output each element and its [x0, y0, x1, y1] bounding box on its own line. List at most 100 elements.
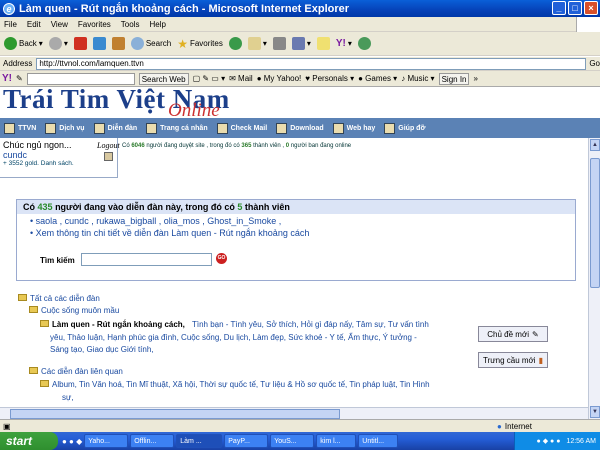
- yahoo-tools-icons[interactable]: ▢ ✎ ▭ ▾: [193, 74, 226, 83]
- menu-file[interactable]: File: [4, 20, 17, 29]
- yahoo-search-input[interactable]: [26, 72, 135, 85]
- quick-launch-icons[interactable]: ● ● ◆: [62, 437, 82, 446]
- task-yahoo[interactable]: Yaho...: [84, 434, 129, 448]
- nav-services[interactable]: Dịch vụ: [45, 122, 85, 134]
- nav-ttvn[interactable]: TTVN: [4, 122, 36, 134]
- horizontal-scrollbar[interactable]: [0, 407, 588, 419]
- vertical-scrollbar[interactable]: ▲ ▼: [588, 138, 600, 420]
- scroll-down-icon[interactable]: ▼: [590, 406, 600, 418]
- search-go-button[interactable]: GO: [216, 253, 227, 264]
- search-button[interactable]: Search: [130, 37, 171, 50]
- nav-personal-page[interactable]: Trang cá nhân: [146, 122, 208, 134]
- nav-forum[interactable]: Diễn đàn: [93, 122, 137, 134]
- menu-favorites[interactable]: Favorites: [78, 20, 111, 29]
- gold-text[interactable]: + 3552 gold. Danh sách.: [3, 160, 114, 167]
- nav-check-mail[interactable]: Check Mail: [216, 122, 267, 134]
- poll-icon: ▮: [538, 355, 543, 365]
- nav-help[interactable]: Giúp đỡ: [384, 122, 425, 134]
- notes-button[interactable]: [316, 37, 330, 50]
- status-bar: ▣ ● Internet: [0, 419, 600, 432]
- star-icon: ★: [177, 36, 188, 51]
- tree-current-subforums-2[interactable]: yêu, Thảo luận, Hạnh phúc gia đình, Cuộc…: [50, 333, 417, 342]
- address-bar: Address http://ttvnol.com/lamquen.ttvn G…: [0, 57, 600, 71]
- new-poll-button[interactable]: Trưng cầu mới ▮: [478, 352, 548, 368]
- address-label: Address: [3, 59, 33, 68]
- yahoo-myyahoo-button[interactable]: ● My Yahoo!: [257, 74, 302, 83]
- tree-group-life[interactable]: Cuộc sống muôn mầu: [29, 306, 119, 315]
- tree-current-subforums-3[interactable]: Sáng tạo, Giao dục Giới tính,: [50, 345, 154, 354]
- favorites-button[interactable]: ★ Favorites: [177, 37, 223, 51]
- edit-profile-icon[interactable]: [104, 152, 113, 161]
- print-button[interactable]: [272, 37, 286, 50]
- ie-icon: e: [3, 2, 15, 15]
- search-icon: [130, 37, 144, 50]
- pencil-icon[interactable]: ✎: [16, 74, 23, 83]
- tree-related-forums-2[interactable]: sự,: [62, 393, 74, 402]
- nav-web-hay[interactable]: Web hay: [332, 122, 375, 134]
- yahoo-mail-button[interactable]: ✉ Mail: [229, 74, 253, 83]
- hscroll-thumb[interactable]: [10, 409, 340, 419]
- refresh-button[interactable]: [92, 37, 106, 50]
- new-topic-button[interactable]: Chủ đề mới ✎: [478, 326, 548, 342]
- task-untitled[interactable]: Untitl...: [358, 434, 399, 448]
- task-paypal[interactable]: PayP...: [224, 434, 269, 448]
- close-button[interactable]: ×: [584, 1, 598, 15]
- yahoo-more-icon[interactable]: »: [473, 74, 477, 83]
- back-button[interactable]: Back ▾: [4, 37, 43, 50]
- edit-icon: [291, 37, 305, 50]
- scroll-thumb[interactable]: [590, 158, 600, 288]
- yahoo-music-button[interactable]: ♪ Music ▾: [401, 74, 434, 83]
- mail-icon: [247, 37, 261, 50]
- folder-icon: [29, 306, 38, 313]
- stop-button[interactable]: [73, 37, 87, 50]
- tree-all-forums[interactable]: Tất cả các diễn đàn: [18, 294, 100, 303]
- forward-button[interactable]: ▾: [48, 37, 68, 50]
- folder-icon: [40, 380, 49, 387]
- nav-download[interactable]: Download: [276, 122, 324, 134]
- yahoo-personals-button[interactable]: ♥ Personals ▾: [305, 74, 354, 83]
- maximize-button[interactable]: □: [568, 1, 582, 15]
- tree-group-related[interactable]: Các diễn đàn liên quan: [29, 367, 123, 376]
- menu-bar: File Edit View Favorites Tools Help: [0, 17, 600, 32]
- yahoo-signin-button[interactable]: Sign In: [438, 72, 470, 85]
- task-yousendit[interactable]: YouS...: [270, 434, 315, 448]
- menu-view[interactable]: View: [51, 20, 68, 29]
- forum-search-input[interactable]: [81, 253, 212, 266]
- messenger-button[interactable]: [357, 37, 371, 50]
- menu-edit[interactable]: Edit: [27, 20, 41, 29]
- stop-icon: [73, 37, 87, 50]
- download-icon: [276, 122, 288, 134]
- scroll-up-icon[interactable]: ▲: [590, 139, 600, 151]
- forum-details-link[interactable]: • Xem thông tin chi tiết về diễn đàn Làm…: [30, 228, 309, 238]
- logout-link[interactable]: Logout: [97, 141, 120, 150]
- username-link[interactable]: cundc: [3, 150, 114, 160]
- web-icon: [332, 122, 344, 134]
- window-title-bar[interactable]: e Làm quen - Rút ngắn khoảng cách - Micr…: [0, 0, 600, 17]
- taskbar: start ● ● ◆ Yaho... Offlin... Làm ... Pa…: [0, 432, 600, 450]
- window-title: Làm quen - Rút ngắn khoảng cách - Micros…: [19, 2, 350, 15]
- task-kim[interactable]: kim l...: [316, 434, 357, 448]
- address-input[interactable]: http://ttvnol.com/lamquen.ttvn: [36, 57, 587, 70]
- tree-current-forum[interactable]: Làm quen - Rút ngắn khoảng cách,: [40, 320, 185, 329]
- task-lam-quen[interactable]: Làm ...: [176, 434, 223, 448]
- history-button[interactable]: [228, 37, 242, 50]
- mail-button[interactable]: ▾: [247, 37, 267, 50]
- yahoo-button[interactable]: Y! ▾: [336, 38, 352, 49]
- online-users-list[interactable]: • saola , cundc , rukawa_bigball , olia_…: [30, 216, 281, 226]
- edit-button[interactable]: ▾: [291, 37, 311, 50]
- tray-icons[interactable]: ● ◆ ● ●: [537, 437, 561, 445]
- go-button[interactable]: Go: [589, 59, 600, 68]
- menu-help[interactable]: Help: [149, 20, 165, 29]
- page-icon: ▣: [3, 421, 11, 431]
- task-offline[interactable]: Offlin...: [130, 434, 175, 448]
- minimize-button[interactable]: _: [552, 1, 566, 15]
- tree-current-subforums-1[interactable]: Tình bạn - Tình yêu, Sở thích, Hỏi gì đá…: [192, 320, 429, 329]
- yahoo-games-button[interactable]: ● Games ▾: [358, 74, 397, 83]
- start-button[interactable]: start: [0, 432, 58, 450]
- yahoo-search-button[interactable]: Search Web: [138, 72, 189, 85]
- tree-related-forums-1[interactable]: Album, Tin Văn hoá, Tin Mĩ thuật, Xã hội…: [40, 380, 430, 389]
- menu-tools[interactable]: Tools: [121, 20, 140, 29]
- yahoo-logo-icon[interactable]: Y!: [2, 73, 12, 84]
- home-button[interactable]: [111, 37, 125, 50]
- services-icon: [45, 122, 57, 134]
